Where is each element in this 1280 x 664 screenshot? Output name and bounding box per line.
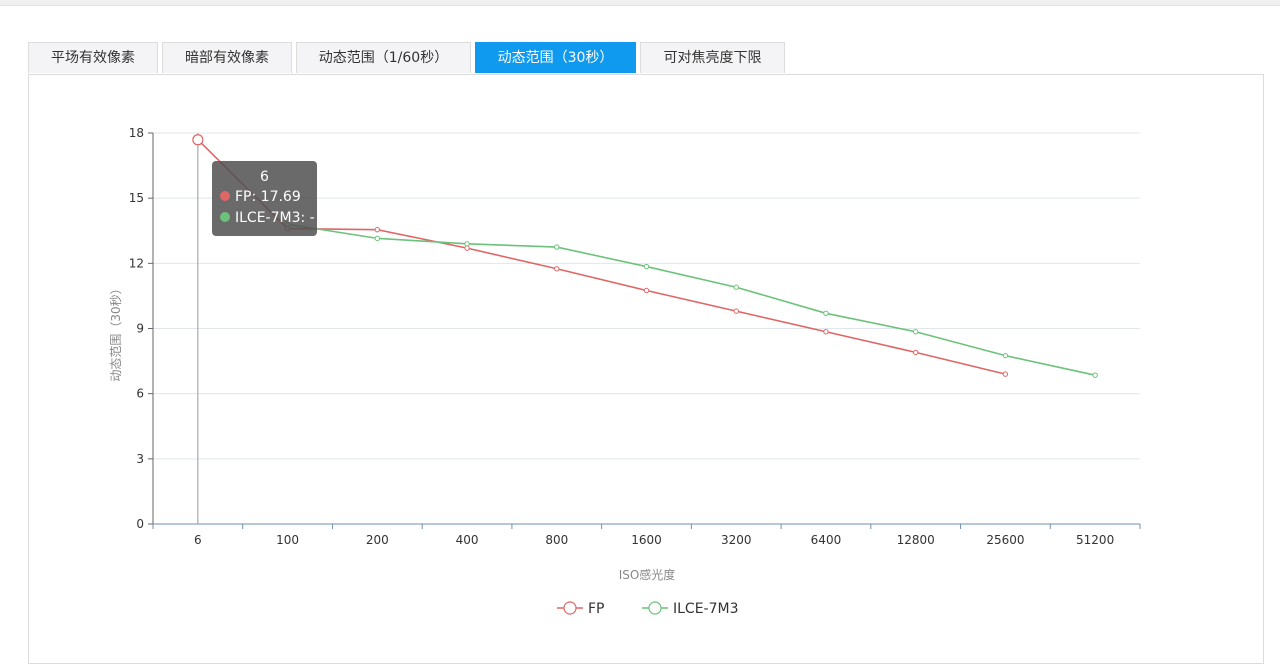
data-point-ilce-7m3 [1092, 372, 1098, 378]
tooltip-dot-fp [220, 191, 230, 201]
data-point-fp [464, 245, 470, 251]
legend-marker-fp [563, 601, 577, 615]
series-layer [192, 134, 1098, 378]
data-point-fp [1002, 371, 1009, 377]
legend: FP ILCE-7M3 [557, 601, 739, 617]
y-tick-labels: 0 3 6 9 12 15 18 [129, 126, 144, 531]
x-tick-label: 800 [545, 533, 568, 547]
y-axis-title: 动态范围（30秒） [109, 282, 123, 381]
data-point-ilce-7m3 [374, 235, 381, 242]
data-point-fp [823, 329, 829, 335]
tooltip-value-ilce-7m3: ILCE-7M3: - [235, 210, 315, 226]
x-tick-label: 25600 [986, 533, 1024, 547]
data-point-fp [912, 349, 919, 356]
x-tick-label: 200 [366, 533, 389, 547]
tooltip-row-fp: FP: 17.69 [220, 187, 309, 208]
tooltip-row-ilce-7m3: ILCE-7M3: - [220, 208, 315, 229]
data-point-fp [192, 134, 204, 146]
data-point-ilce-7m3 [643, 263, 650, 270]
series-line-ilce-7m3 [287, 223, 1096, 376]
y-tick-label: 12 [129, 256, 144, 270]
data-point-ilce-7m3 [464, 241, 470, 247]
legend-label-ilce-7m3: ILCE-7M3 [673, 601, 739, 617]
x-tick-label: 51200 [1076, 533, 1114, 547]
tooltip-dot-ilce-7m3 [220, 212, 230, 222]
x-axis-title: ISO感光度 [619, 567, 676, 582]
data-point-fp [733, 308, 739, 314]
x-tick-labels: 6 100 200 400 800 1600 3200 6400 12800 25600 51200 [194, 533, 1114, 547]
y-tick-label: 6 [136, 387, 144, 401]
data-point-ilce-7m3 [554, 244, 560, 250]
legend-item-ilce-7m3[interactable]: ILCE-7M3 [642, 601, 739, 617]
legend-label-fp: FP [588, 601, 605, 617]
y-tick-label: 3 [136, 452, 144, 466]
x-tick-label: 1600 [631, 533, 662, 547]
y-tick-label: 15 [129, 191, 144, 205]
data-point-ilce-7m3 [733, 284, 739, 290]
tooltip-value-fp: FP: 17.69 [235, 189, 301, 205]
data-point-fp [374, 226, 381, 233]
data-point-ilce-7m3 [912, 329, 919, 335]
legend-item-fp[interactable]: FP [557, 601, 605, 617]
data-point-fp [643, 287, 650, 294]
legend-marker-ilce-7m3 [648, 601, 662, 615]
data-point-ilce-7m3 [1002, 352, 1009, 359]
tooltip-title: 6 [260, 169, 269, 185]
data-point-ilce-7m3 [823, 310, 829, 316]
data-point-fp [554, 266, 560, 272]
chart-tooltip: 6 FP: 17.69 ILCE-7M3: - [212, 161, 317, 236]
x-tick-label: 6400 [811, 533, 842, 547]
x-tick-label: 6 [194, 533, 202, 547]
y-tick-label: 0 [136, 517, 144, 531]
y-tick-label: 9 [136, 322, 144, 336]
line-chart: 0 3 6 9 12 15 18 6 100 200 400 800 1600 3200 6400 1280… [109, 126, 1141, 617]
x-tick-label: 12800 [897, 533, 935, 547]
x-tick-label: 3200 [721, 533, 752, 547]
x-tick-label: 100 [276, 533, 299, 547]
x-tick-label: 400 [456, 533, 479, 547]
y-tick-label: 18 [129, 126, 144, 140]
